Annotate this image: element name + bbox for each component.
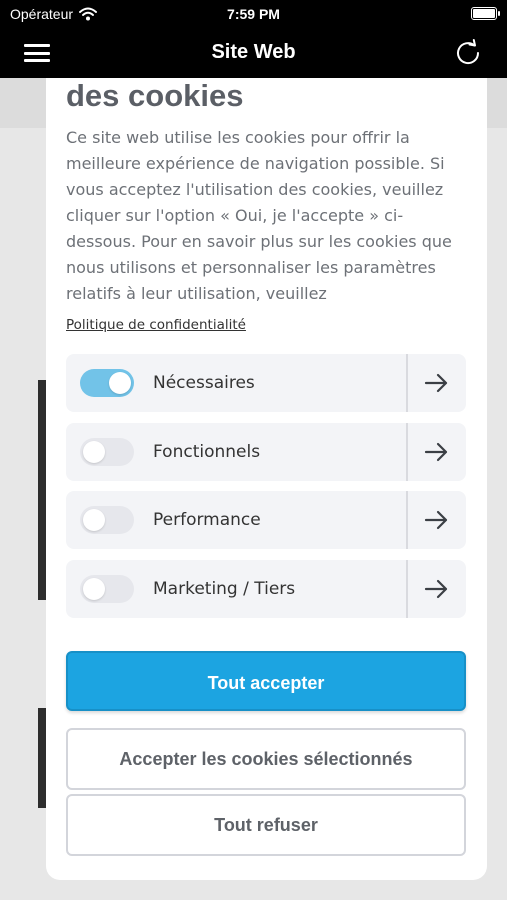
toggle-performance[interactable] (80, 506, 134, 534)
category-row-marketing: Marketing / Tiers (66, 560, 466, 618)
category-row-performance: Performance (66, 491, 466, 549)
toggle-necessaires[interactable] (80, 369, 134, 397)
toggle-knob (83, 441, 105, 463)
toggle-knob (109, 372, 131, 394)
category-row-necessaires: Nécessaires (66, 354, 466, 412)
divider (406, 423, 408, 481)
status-time: 7:59 PM (227, 6, 280, 22)
page-title: Site Web (211, 41, 296, 63)
accept-selected-button[interactable]: Accepter les cookies sélectionnés (66, 728, 466, 790)
toggle-knob (83, 509, 105, 531)
modal-description: Ce site web utilise les cookies pour off… (66, 128, 452, 303)
arrow-right-icon[interactable] (421, 576, 451, 602)
toggle-knob (83, 578, 105, 600)
background-image (38, 708, 46, 808)
divider (406, 354, 408, 412)
divider (406, 491, 408, 549)
toggle-marketing[interactable] (80, 575, 134, 603)
cookie-consent-modal: des cookies Ce site web utilise les cook… (46, 78, 487, 880)
battery-icon (471, 7, 500, 20)
divider (406, 560, 408, 618)
toggle-fonctionnels[interactable] (80, 438, 134, 466)
privacy-policy-link[interactable]: Politique de confidentialité (66, 317, 246, 333)
background-image (38, 380, 46, 600)
modal-title: des cookies (66, 78, 244, 113)
category-label: Performance (153, 510, 261, 530)
category-row-fonctionnels: Fonctionnels (66, 423, 466, 481)
arrow-right-icon[interactable] (421, 439, 451, 465)
arrow-right-icon[interactable] (421, 370, 451, 396)
status-bar: Opérateur 7:59 PM (0, 0, 507, 28)
category-label: Fonctionnels (153, 442, 261, 462)
category-label: Nécessaires (153, 373, 255, 393)
arrow-right-icon[interactable] (421, 507, 451, 533)
nav-bar: Site Web (0, 28, 507, 78)
reload-icon[interactable] (453, 38, 483, 68)
refuse-all-button[interactable]: Tout refuser (66, 794, 466, 856)
accept-all-button[interactable]: Tout accepter (66, 651, 466, 711)
category-label: Marketing / Tiers (153, 579, 296, 599)
